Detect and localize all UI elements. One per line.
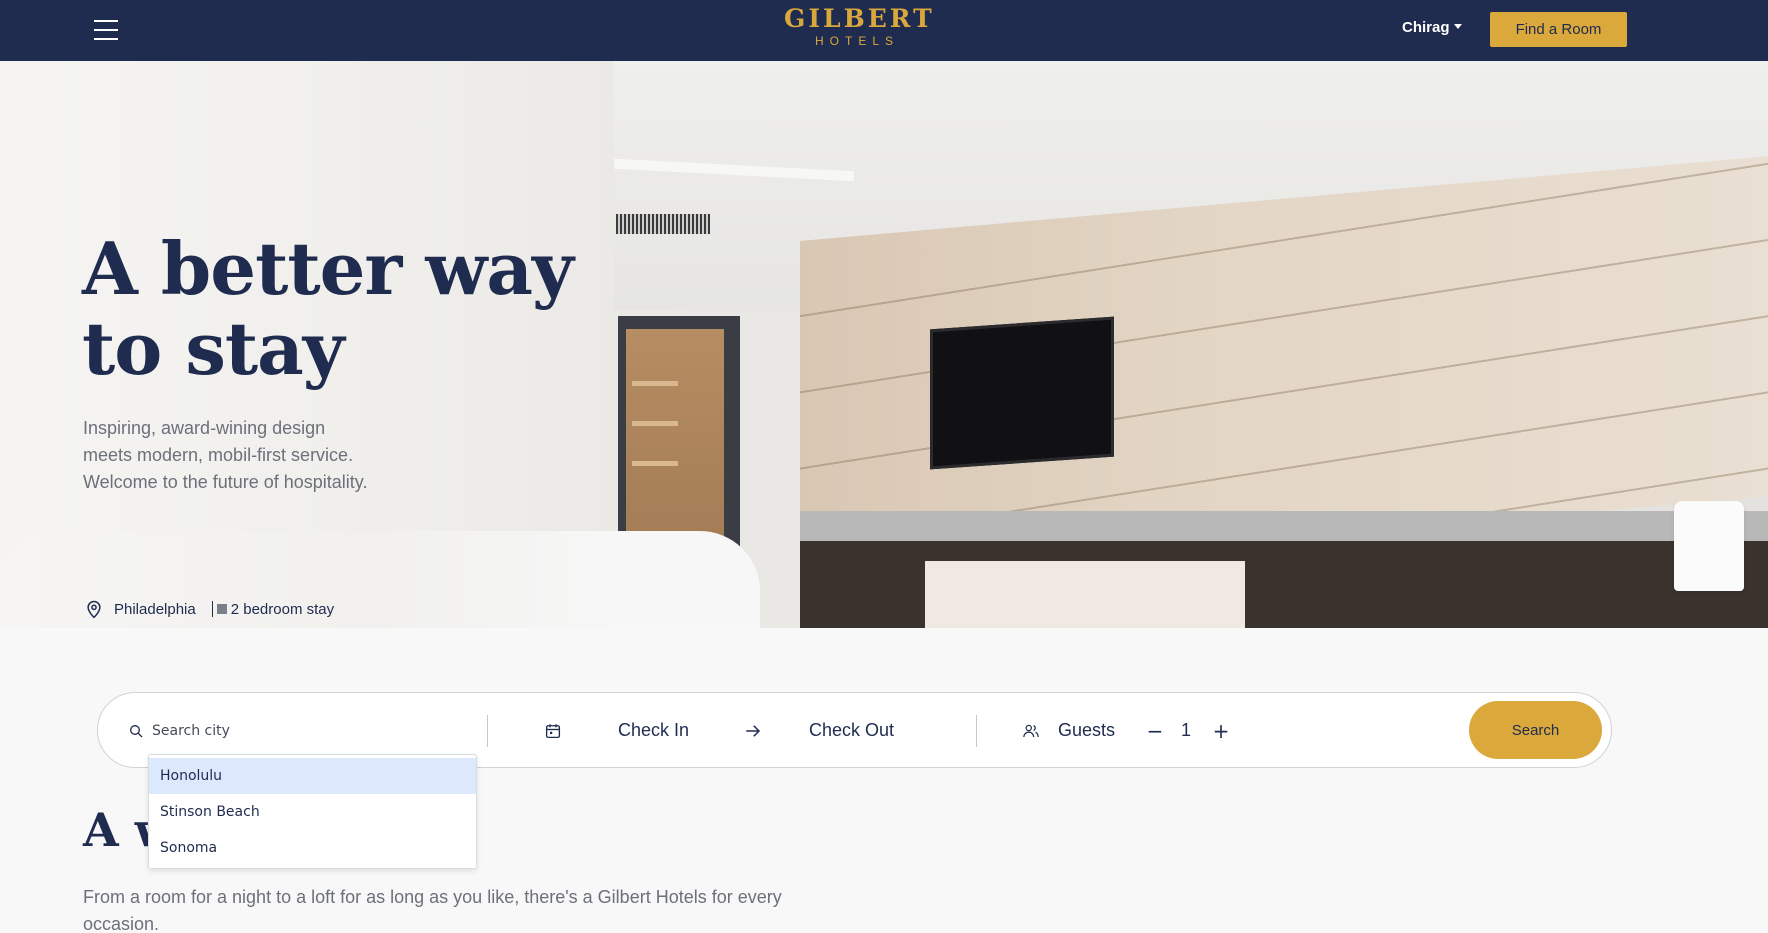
decrement-guests-button[interactable]: −: [1143, 717, 1167, 745]
bed-icon: [216, 604, 227, 614]
check-in-field[interactable]: Check In: [618, 720, 689, 741]
guests-icon: [1023, 724, 1039, 738]
location-label: Philadelphia: [114, 600, 196, 618]
brand-name: GILBERT: [784, 4, 935, 33]
calendar-icon: [545, 724, 561, 739]
meta-divider: [211, 601, 213, 617]
divider: [487, 715, 488, 747]
search-button[interactable]: Search: [1469, 701, 1602, 759]
city-suggestions-dropdown: Honolulu Stinson Beach Sonoma: [148, 754, 477, 869]
hero-subtitle: Inspiring, award-wining design meets mod…: [83, 418, 368, 492]
hero-section: A better way to stay Inspiring, award-wi…: [0, 61, 1768, 628]
increment-guests-button[interactable]: +: [1209, 717, 1233, 745]
hamburger-icon[interactable]: [94, 20, 118, 40]
suggestion-item[interactable]: Sonoma: [149, 830, 476, 866]
brand-sub: HOTELS: [814, 34, 899, 48]
city-search-input[interactable]: [152, 723, 452, 739]
guests-label: Guests: [1058, 720, 1116, 740]
guest-count: 1: [1181, 720, 1192, 740]
brand-logo[interactable]: GILBERT HOTELS: [784, 4, 935, 48]
suggestion-item[interactable]: Honolulu: [149, 758, 476, 794]
hero-meta: Philadelphia 2 bedroom stay: [84, 599, 334, 619]
find-a-room-button[interactable]: Find a Room: [1490, 12, 1627, 47]
user-name: Chirag: [1402, 19, 1450, 36]
location-pin-icon: [87, 600, 101, 619]
arrow-right-icon: [746, 725, 761, 737]
top-navbar: GILBERT HOTELS Chirag Find a Room: [0, 0, 1768, 61]
hero-title: A better way to stay: [82, 226, 574, 391]
stay-type-label: 2 bedroom stay: [230, 600, 335, 618]
section-body: From a room for a night to a loft for as…: [83, 887, 782, 933]
user-menu[interactable]: Chirag: [1402, 19, 1462, 36]
city-search-field: [128, 717, 468, 745]
caret-down-icon: [1453, 23, 1462, 29]
search-icon: [130, 725, 143, 738]
suggestion-item[interactable]: Stinson Beach: [149, 794, 476, 830]
check-out-field[interactable]: Check Out: [809, 720, 894, 741]
divider: [976, 715, 977, 747]
